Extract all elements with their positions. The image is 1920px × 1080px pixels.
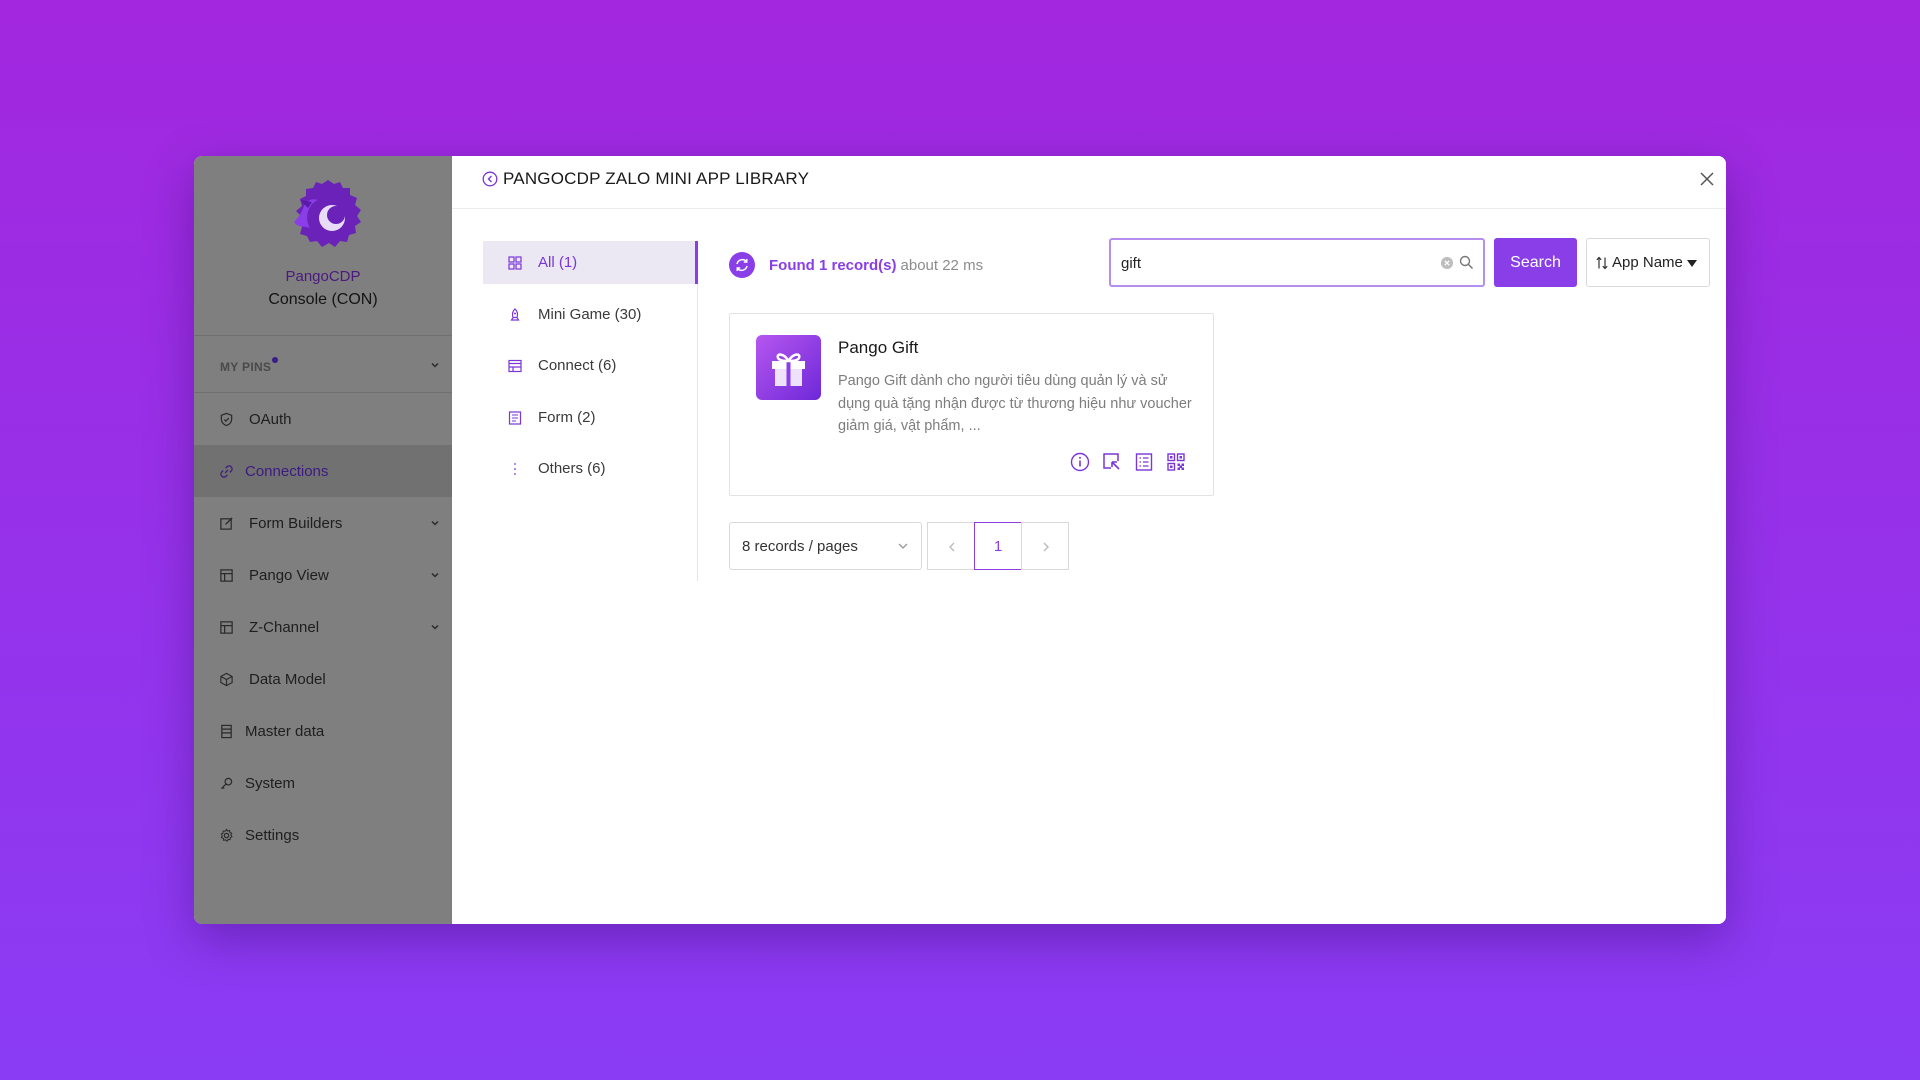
page-size-select[interactable]: 8 records / pages: [729, 522, 922, 570]
sidebar-item-label: Master data: [245, 722, 325, 740]
found-count: Found 1 record(s): [769, 256, 897, 274]
info-icon[interactable]: [1070, 452, 1090, 472]
chevron-down-icon: [431, 520, 439, 526]
sidebar-item-settings[interactable]: Settings: [194, 809, 452, 861]
sidebar-item-system[interactable]: System: [194, 757, 452, 809]
edit-icon: [220, 517, 233, 530]
category-label: All (1): [538, 254, 578, 271]
chevron-right-icon: [1043, 542, 1049, 552]
category-all[interactable]: All (1): [483, 241, 698, 284]
sort-icon: [1596, 256, 1608, 270]
sidebar-item-pango-view[interactable]: Pango View: [194, 549, 452, 601]
brand-name: PangoCDP: [285, 268, 361, 285]
pins-indicator-dot: [272, 357, 278, 363]
chevron-left-icon: [949, 542, 955, 552]
sidebar: PangoCDP Console (CON) MY PINS OAuth Con…: [194, 156, 452, 924]
sidebar-item-label: System: [245, 774, 296, 792]
next-page-button[interactable]: [1021, 522, 1069, 570]
sort-select[interactable]: App Name: [1586, 238, 1710, 287]
my-pins-label: MY PINS: [220, 360, 272, 374]
app-window: PangoCDP Console (CON) MY PINS OAuth Con…: [194, 156, 1726, 924]
gear-icon: [220, 828, 233, 843]
sidebar-item-connections[interactable]: Connections: [194, 445, 452, 497]
sidebar-item-data-model[interactable]: Data Model: [194, 653, 452, 705]
category-form[interactable]: Form (2): [483, 396, 697, 439]
chevron-down-icon: [431, 572, 439, 578]
sidebar-item-label: Connections: [245, 462, 329, 480]
rocket-icon: [510, 307, 520, 321]
app-card[interactable]: Pango Gift Pango Gift dành cho người tiê…: [729, 313, 1214, 496]
category-label: Others (6): [538, 460, 606, 477]
category-connect[interactable]: Connect (6): [483, 344, 697, 387]
prev-page-button[interactable]: [927, 522, 975, 570]
layout-icon: [220, 569, 233, 582]
search-button[interactable]: Search: [1494, 238, 1577, 287]
key-icon: [220, 777, 233, 790]
sidebar-item-label: Data Model: [249, 670, 326, 688]
back-icon[interactable]: [482, 171, 498, 187]
pagination: 8 records / pages 1: [729, 522, 1069, 570]
table-icon: [221, 724, 232, 739]
list-detail-icon[interactable]: [1134, 452, 1154, 472]
link-icon: [220, 465, 233, 478]
page-size-label: 8 records / pages: [742, 538, 858, 555]
app-description: Pango Gift dành cho người tiêu dùng quản…: [838, 373, 1192, 434]
search-input[interactable]: [1121, 252, 1421, 274]
category-others[interactable]: Others (6): [483, 447, 697, 490]
brand-subtitle: Console (CON): [268, 291, 378, 308]
gift-icon: [756, 335, 821, 400]
my-pins-section[interactable]: MY PINS: [194, 336, 452, 393]
results-summary: Found 1 record(s) about 22 ms: [729, 252, 983, 278]
sidebar-item-label: Pango View: [249, 566, 329, 584]
search-icon[interactable]: [1459, 255, 1474, 270]
sidebar-item-label: Z-Channel: [249, 618, 320, 636]
page-title: PANGOCDP ZALO MINI APP LIBRARY: [503, 169, 810, 188]
page-number-current[interactable]: 1: [974, 522, 1022, 570]
chevron-down-icon: [431, 624, 439, 630]
clear-icon[interactable]: [1440, 256, 1454, 270]
sidebar-item-master-data[interactable]: Master data: [194, 705, 452, 757]
category-list: All (1) Mini Game (30) Connect (6) Form …: [483, 241, 698, 581]
select-pointer-icon[interactable]: [1102, 452, 1122, 472]
brand: PangoCDP Console (CON): [194, 156, 452, 336]
sort-label: App Name: [1612, 254, 1683, 271]
grid-icon: [508, 256, 522, 270]
app-name[interactable]: Pango Gift: [838, 338, 918, 358]
pangocdp-logo: [294, 180, 361, 247]
sidebar-item-form-builders[interactable]: Form Builders: [194, 497, 452, 549]
refresh-icon[interactable]: [729, 252, 755, 278]
cube-icon: [220, 672, 233, 687]
sidebar-item-label: Settings: [245, 826, 300, 844]
search-box: [1109, 238, 1485, 287]
layout-icon: [220, 621, 233, 634]
sidebar-item-label: OAuth: [249, 410, 292, 428]
chevron-down-icon[interactable]: [430, 360, 440, 370]
panel-header: PANGOCDP ZALO MINI APP LIBRARY: [452, 156, 1726, 209]
sidebar-item-oauth[interactable]: OAuth: [194, 393, 452, 445]
sidebar-item-label: Form Builders: [249, 514, 343, 532]
sidebar-item-z-channel[interactable]: Z-Channel: [194, 601, 452, 653]
form-icon: [508, 410, 522, 425]
window-icon: [508, 359, 522, 373]
category-label: Mini Game (30): [538, 305, 642, 323]
chevron-down-icon: [898, 543, 908, 549]
category-label: Form (2): [538, 408, 596, 426]
search-time: about 22 ms: [900, 256, 984, 274]
close-icon[interactable]: [1696, 168, 1718, 190]
qr-code-icon[interactable]: [1166, 452, 1186, 472]
category-mini-game[interactable]: Mini Game (30): [483, 293, 697, 336]
category-label: Connect (6): [538, 357, 617, 374]
library-panel: PANGOCDP ZALO MINI APP LIBRARY All (1) M…: [452, 156, 1726, 924]
shield-icon: [220, 412, 233, 427]
more-icon: [514, 463, 516, 475]
app-actions: [1070, 452, 1186, 472]
caret-down-icon: [1687, 260, 1697, 267]
